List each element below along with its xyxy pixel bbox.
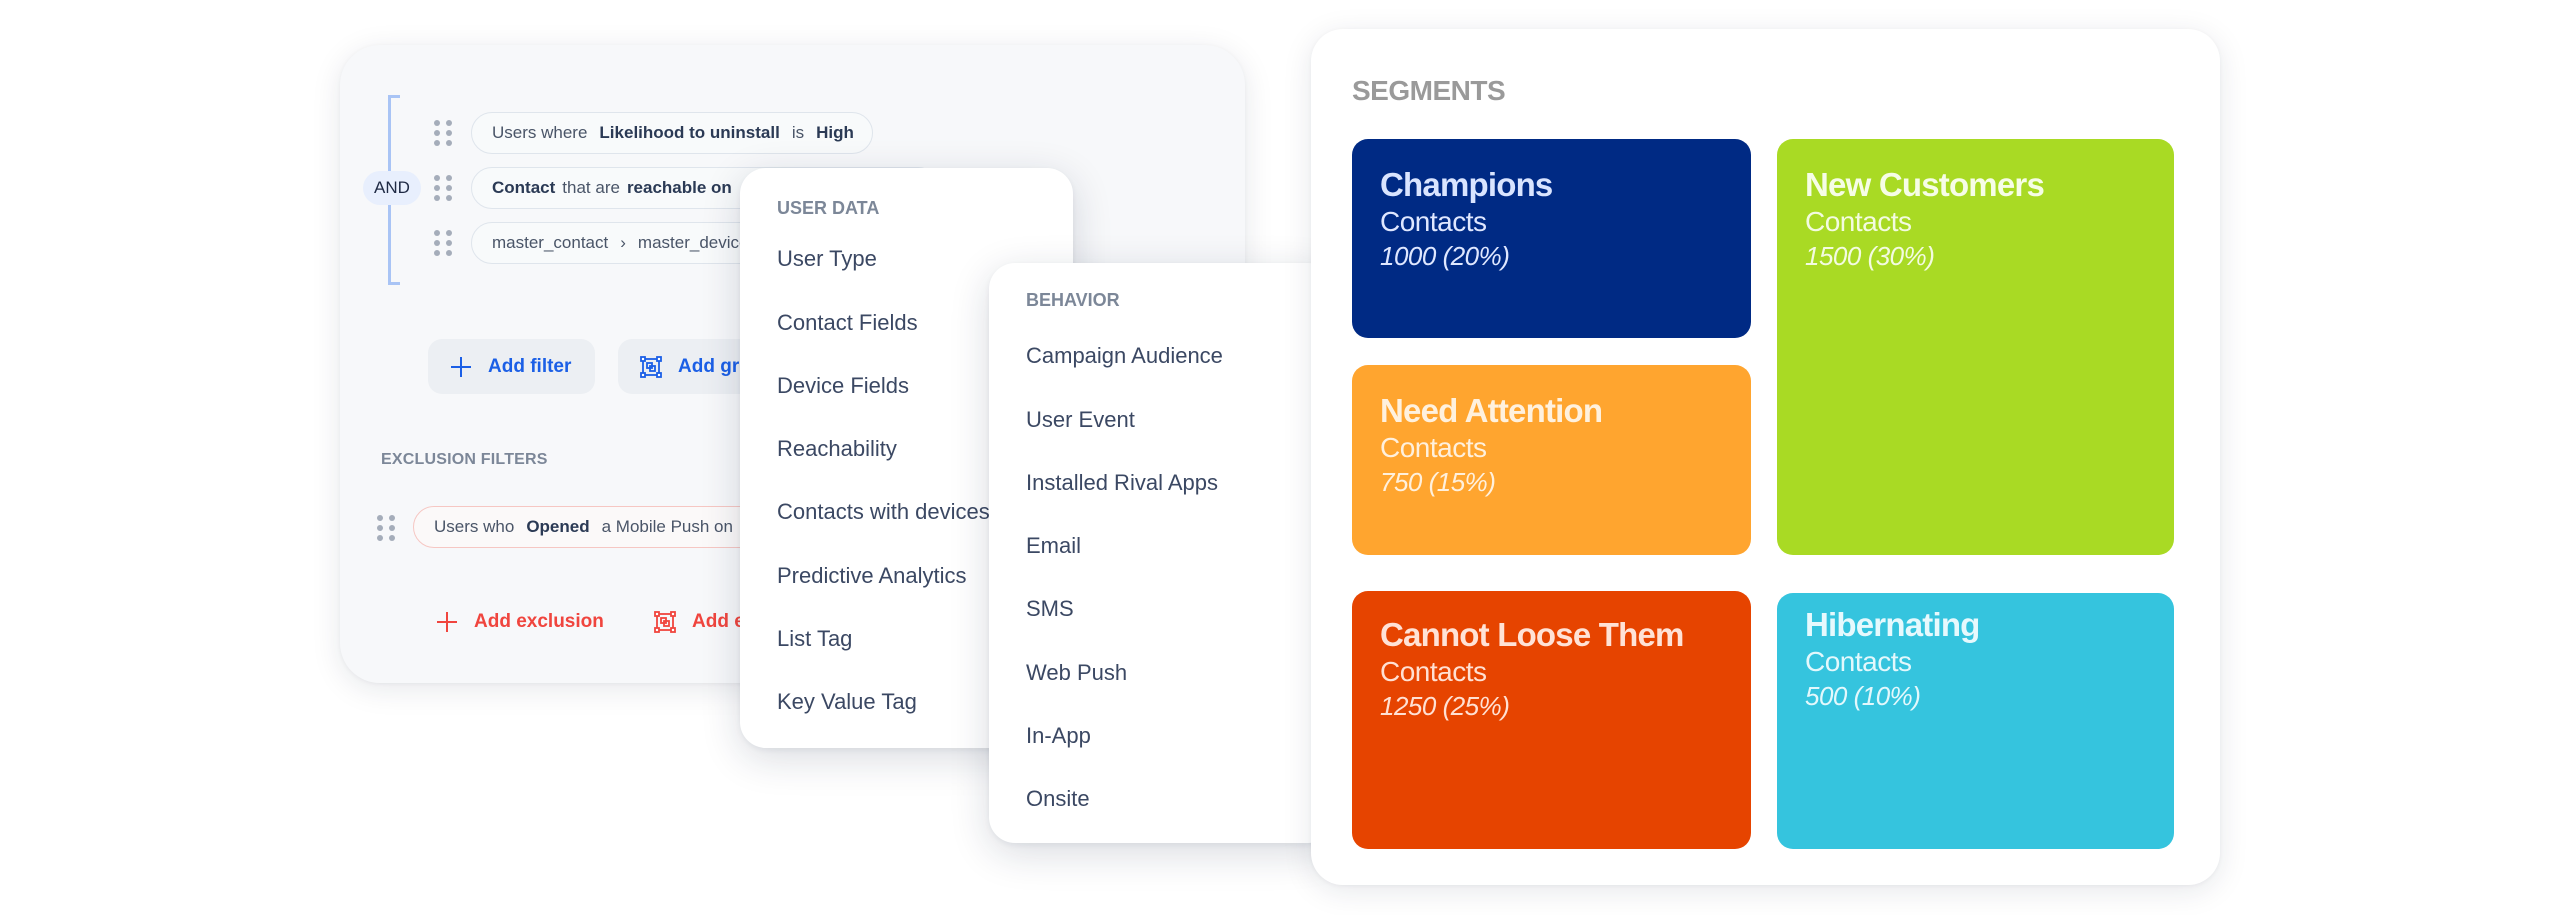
- filter-text: a Mobile Push on: [601, 517, 733, 536]
- segment-tile-new-customers[interactable]: New Customers Contacts 1500 (30%): [1777, 139, 2174, 555]
- menu-item-user-event[interactable]: User Event: [1026, 407, 1135, 433]
- filter-path-part: master_contact: [492, 233, 609, 252]
- add-filter-button[interactable]: Add filter: [428, 339, 595, 394]
- drag-handle-icon[interactable]: [434, 175, 452, 201]
- menu-item-contact-fields[interactable]: Contact Fields: [777, 310, 918, 336]
- plus-icon: [451, 356, 471, 377]
- add-exclusion-button[interactable]: Add exclusion: [436, 602, 604, 642]
- menu-item-predictive-analytics[interactable]: Predictive Analytics: [777, 563, 967, 589]
- segment-label: Contacts: [1805, 206, 1912, 237]
- drag-handle-icon[interactable]: [434, 120, 452, 146]
- drag-handle-icon[interactable]: [377, 515, 395, 541]
- segment-name: Need Attention: [1380, 392, 1603, 429]
- segment-tile-cannot-loose-them[interactable]: Cannot Loose Them Contacts 1250 (25%): [1352, 591, 1751, 849]
- segment-count: 500 (10%): [1805, 681, 1921, 711]
- filter-attribute: reachable on: [626, 178, 732, 197]
- menu-item-campaign-audience[interactable]: Campaign Audience: [1026, 343, 1223, 369]
- segment-label: Contacts: [1380, 432, 1487, 463]
- add-exclusion-label: Add exclusion: [474, 611, 604, 632]
- filter-entity: Contact: [492, 178, 556, 197]
- menu-item-in-app[interactable]: In-App: [1026, 723, 1091, 749]
- behavior-menu: BEHAVIOR Campaign Audience User Event In…: [989, 263, 1334, 843]
- segment-count: 1000 (20%): [1380, 241, 1510, 271]
- segment-tile-champions[interactable]: Champions Contacts 1000 (20%): [1352, 139, 1751, 338]
- and-operator-badge[interactable]: AND: [363, 171, 421, 205]
- chevron-right-icon: ›: [620, 233, 626, 252]
- filter-path-part: master_device: [637, 233, 749, 252]
- filter-text: that are: [562, 178, 620, 197]
- menu-item-sms[interactable]: SMS: [1026, 596, 1074, 622]
- filter-row-likelihood[interactable]: Users where Likelihood to uninstall is H…: [471, 112, 873, 154]
- filter-value: High: [816, 123, 854, 142]
- menu-item-email[interactable]: Email: [1026, 533, 1081, 559]
- segment-name: Hibernating: [1805, 606, 1980, 643]
- menu-item-reachability[interactable]: Reachability: [777, 436, 897, 462]
- segment-name: New Customers: [1805, 166, 2045, 203]
- menu-item-device-fields[interactable]: Device Fields: [777, 373, 909, 399]
- group-icon: [654, 611, 676, 633]
- filter-text: Users who: [434, 517, 515, 536]
- drag-handle-icon[interactable]: [434, 230, 452, 256]
- menu-item-key-value-tag[interactable]: Key Value Tag: [777, 689, 917, 715]
- segment-name: Champions: [1380, 166, 1553, 203]
- filter-event: Opened: [526, 517, 590, 536]
- segment-label: Contacts: [1380, 206, 1487, 237]
- filter-text: Users where: [492, 123, 588, 142]
- behavior-heading: BEHAVIOR: [1026, 290, 1120, 310]
- segment-label: Contacts: [1805, 646, 1912, 677]
- exclusion-filters-heading: EXCLUSION FILTERS: [381, 451, 548, 468]
- menu-item-list-tag[interactable]: List Tag: [777, 626, 852, 652]
- user-data-heading: USER DATA: [777, 198, 880, 218]
- segment-count: 1250 (25%): [1380, 691, 1510, 721]
- filter-operator: is: [791, 123, 805, 142]
- menu-item-user-type[interactable]: User Type: [777, 246, 877, 272]
- group-icon: [640, 355, 662, 378]
- segment-tile-hibernating[interactable]: Hibernating Contacts 500 (10%): [1777, 593, 2174, 849]
- menu-item-onsite[interactable]: Onsite: [1026, 786, 1090, 812]
- segment-name: Cannot Loose Them: [1380, 616, 1684, 653]
- segment-count: 750 (15%): [1380, 467, 1496, 497]
- segment-label: Contacts: [1380, 656, 1487, 687]
- filter-attribute: Likelihood to uninstall: [599, 123, 780, 142]
- segment-count: 1500 (30%): [1805, 241, 1935, 271]
- menu-item-installed-rival-apps[interactable]: Installed Rival Apps: [1026, 470, 1218, 496]
- add-filter-label: Add filter: [488, 355, 572, 377]
- segments-title: SEGMENTS: [1352, 75, 1506, 106]
- menu-item-web-push[interactable]: Web Push: [1026, 660, 1127, 686]
- menu-item-contacts-with-devices[interactable]: Contacts with devices: [777, 499, 990, 525]
- plus-icon: [437, 612, 457, 632]
- segment-tile-need-attention[interactable]: Need Attention Contacts 750 (15%): [1352, 365, 1751, 555]
